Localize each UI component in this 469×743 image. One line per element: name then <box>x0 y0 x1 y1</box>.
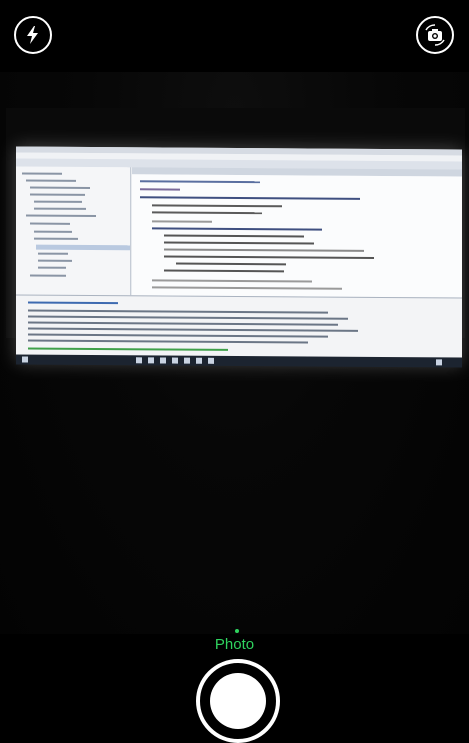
photographed-monitor <box>6 108 465 368</box>
top-controls-bar <box>0 0 469 72</box>
mode-indicator-dot <box>235 629 239 633</box>
camera-viewfinder[interactable] <box>0 72 469 634</box>
monitor-screen-image <box>16 146 462 368</box>
shutter-button-inner <box>210 673 266 729</box>
camera-mode-photo[interactable]: Photo <box>0 636 469 653</box>
shutter-button[interactable] <box>196 659 280 743</box>
flash-icon <box>27 26 38 44</box>
switch-camera-icon <box>425 24 445 46</box>
flash-toggle-button[interactable] <box>14 16 52 54</box>
switch-camera-button[interactable] <box>416 16 454 54</box>
